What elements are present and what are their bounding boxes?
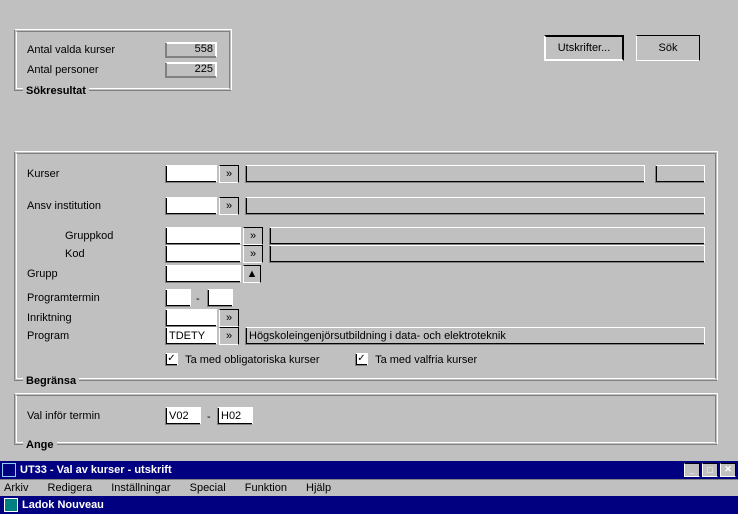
app-icon — [4, 498, 18, 512]
input-program[interactable]: TDETY — [165, 327, 217, 345]
menu-installningar[interactable]: Inställningar — [111, 482, 178, 494]
doc-titlebar: UT33 - Val av kurser - utskrift _ □ ✕ — [0, 461, 738, 479]
select-grupp[interactable] — [165, 265, 241, 283]
label-kurser: Kurser — [27, 168, 59, 180]
input-gruppkod[interactable] — [165, 227, 241, 245]
check-icon: ✓ — [355, 353, 368, 366]
lookup-kod-button[interactable]: » — [243, 245, 263, 263]
lookup-kurser-button[interactable]: » — [219, 165, 239, 183]
input-inriktning[interactable] — [165, 309, 217, 327]
label-val-infor-termin: Val inför termin — [27, 410, 100, 422]
group-sokresultat: Sökresultat Antal personer 225 Antal val… — [14, 29, 232, 91]
lookup-ansv-institution-button[interactable]: » — [219, 197, 239, 215]
group-ange: Ange Val inför termin V02 - H02 — [14, 393, 718, 445]
input-termin-to[interactable]: H02 — [217, 407, 253, 425]
label-gruppkod: Gruppkod — [65, 230, 113, 242]
label-antal-personer: Antal personer — [27, 64, 99, 76]
input-progtermin-from[interactable] — [165, 289, 191, 307]
display-kurser-desc — [245, 165, 645, 183]
sok-button[interactable]: Sök — [636, 35, 700, 61]
group-begransa-legend: Begränsa — [23, 375, 79, 387]
input-ansv-institution[interactable] — [165, 197, 217, 215]
maximize-button[interactable]: □ — [702, 463, 718, 477]
lookup-inriktning-button[interactable]: » — [219, 309, 239, 327]
value-antal-personer: 225 — [165, 62, 217, 78]
check-icon: ✓ — [165, 353, 178, 366]
minimize-button[interactable]: _ — [684, 463, 700, 477]
menu-funktion[interactable]: Funktion — [245, 482, 295, 494]
label-program: Program — [27, 330, 69, 342]
label-inriktning: Inriktning — [27, 312, 72, 324]
label-programtermin: Programtermin — [27, 292, 100, 304]
display-kurser-extra — [655, 165, 705, 183]
display-gruppkod-desc — [269, 227, 705, 245]
client-area: Ange Val inför termin V02 - H02 Begränsa… — [0, 3, 738, 461]
checkbox-valfria[interactable]: ✓ Ta med valfria kurser — [355, 353, 477, 366]
checkbox-obligatoriska[interactable]: ✓ Ta med obligatoriska kurser — [165, 353, 320, 366]
dash-progtermin: - — [196, 293, 200, 305]
input-kod[interactable] — [165, 245, 241, 263]
label-ansv-institution: Ansv institution — [27, 200, 101, 212]
close-button[interactable]: ✕ — [720, 463, 736, 477]
utskrifter-button[interactable]: Utskrifter... — [544, 35, 624, 61]
menu-hjalp[interactable]: Hjälp — [306, 482, 339, 494]
doc-icon — [2, 463, 16, 477]
display-program-desc: Högskoleingenjörsutbildning i data- och … — [245, 327, 705, 345]
app-title-text: Ladok Nouveau — [22, 499, 104, 511]
dash-termin: - — [207, 411, 211, 423]
value-antal-valda: 558 — [165, 42, 217, 58]
input-termin-from[interactable]: V02 — [165, 407, 201, 425]
input-progtermin-to[interactable] — [207, 289, 233, 307]
display-ansv-institution-desc — [245, 197, 705, 215]
group-sokresultat-legend: Sökresultat — [23, 85, 89, 97]
dropdown-grupp-button[interactable]: ▲ — [243, 265, 261, 283]
display-kod-desc — [269, 245, 705, 263]
menu-redigera[interactable]: Redigera — [48, 482, 101, 494]
label-grupp: Grupp — [27, 268, 58, 280]
label-antal-valda: Antal valda kurser — [27, 44, 115, 56]
lookup-program-button[interactable]: » — [219, 327, 239, 345]
menubar: Arkiv Redigera Inställningar Special Fun… — [0, 479, 738, 496]
lookup-gruppkod-button[interactable]: » — [243, 227, 263, 245]
doc-title-text: UT33 - Val av kurser - utskrift — [20, 464, 172, 476]
menu-special[interactable]: Special — [190, 482, 234, 494]
input-kurser[interactable] — [165, 165, 217, 183]
group-begransa: Begränsa ✓ Ta med obligatoriska kurser ✓… — [14, 151, 718, 381]
menu-arkiv[interactable]: Arkiv — [4, 482, 36, 494]
group-ange-legend: Ange — [23, 439, 57, 451]
label-kod: Kod — [65, 248, 85, 260]
app-titlebar: Ladok Nouveau — [0, 496, 738, 514]
